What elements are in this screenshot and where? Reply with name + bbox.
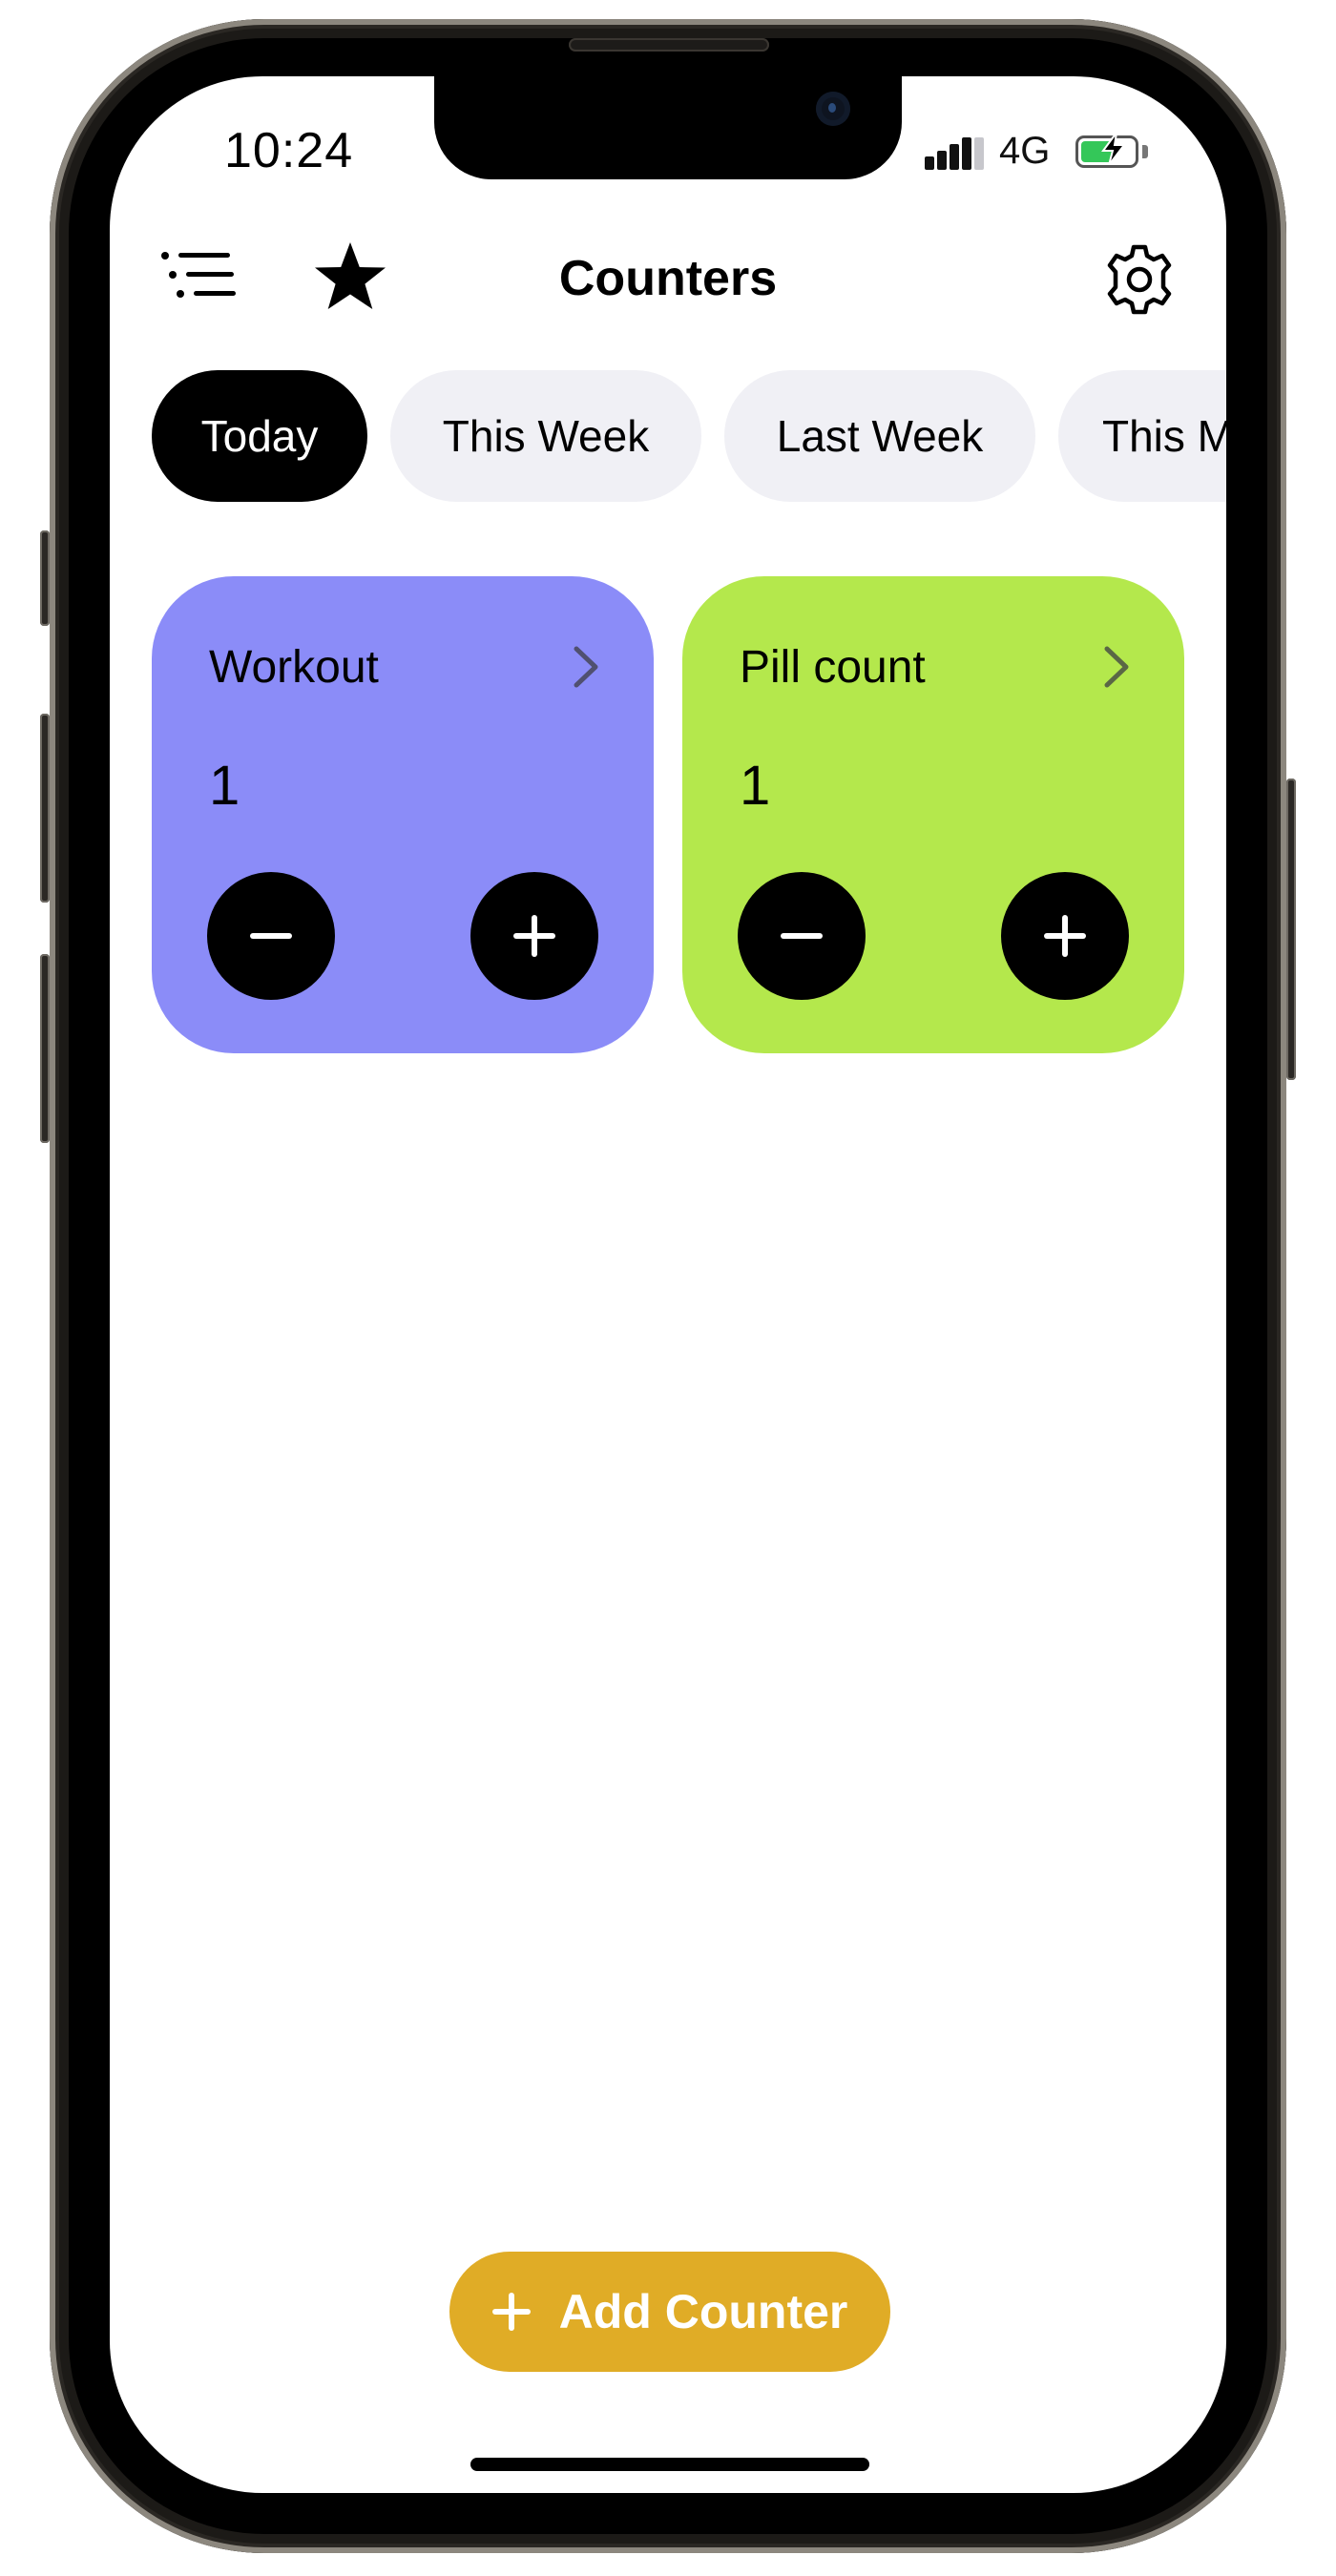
chevron-right-icon[interactable] <box>1102 645 1131 689</box>
mute-switch <box>40 530 50 626</box>
signal-strength-icon <box>925 135 986 170</box>
tab-today[interactable]: Today <box>152 370 367 502</box>
volume-down-button <box>40 954 50 1143</box>
period-tabs: Today This Week Last Week This Month <box>110 370 1226 504</box>
tab-label: This Month <box>1102 411 1226 461</box>
decrement-button[interactable] <box>738 872 866 1000</box>
counter-value: 1 <box>209 755 240 817</box>
add-counter-button[interactable]: Add Counter <box>449 2252 890 2372</box>
counter-card-workout[interactable]: Workout 1 <box>152 576 654 1053</box>
tab-last-week[interactable]: Last Week <box>724 370 1035 502</box>
front-camera <box>816 92 850 126</box>
power-button <box>1286 779 1296 1080</box>
page-title: Counters <box>558 251 778 306</box>
battery-icon <box>1075 132 1138 171</box>
volume-up-button <box>40 714 50 903</box>
counter-value: 1 <box>740 755 771 817</box>
tab-this-month[interactable]: This Month <box>1058 370 1226 502</box>
home-indicator[interactable] <box>470 2458 869 2471</box>
earpiece-speaker <box>569 38 769 52</box>
charging-bolt-icon <box>1099 132 1128 171</box>
tab-label: Last Week <box>776 411 984 461</box>
notch <box>434 76 902 179</box>
tab-label: Today <box>200 411 319 461</box>
counter-name: Pill count <box>740 642 926 693</box>
app-screen: 10:24 4G Counters Today This Week Last W… <box>110 76 1226 2493</box>
status-time: 10:24 <box>224 123 354 178</box>
network-type: 4G <box>999 130 1051 172</box>
plus-icon <box>491 2293 531 2331</box>
increment-button[interactable] <box>470 872 598 1000</box>
counter-card-pill-count[interactable]: Pill count 1 <box>682 576 1184 1053</box>
battery-cap <box>1142 145 1148 158</box>
settings-gear-icon[interactable] <box>1102 242 1177 317</box>
decrement-button[interactable] <box>207 872 335 1000</box>
increment-button[interactable] <box>1001 872 1129 1000</box>
chevron-right-icon[interactable] <box>572 645 600 689</box>
tab-label: This Week <box>442 411 650 461</box>
add-counter-label: Add Counter <box>558 2285 848 2338</box>
tab-this-week[interactable]: This Week <box>390 370 701 502</box>
counter-name: Workout <box>209 642 379 693</box>
